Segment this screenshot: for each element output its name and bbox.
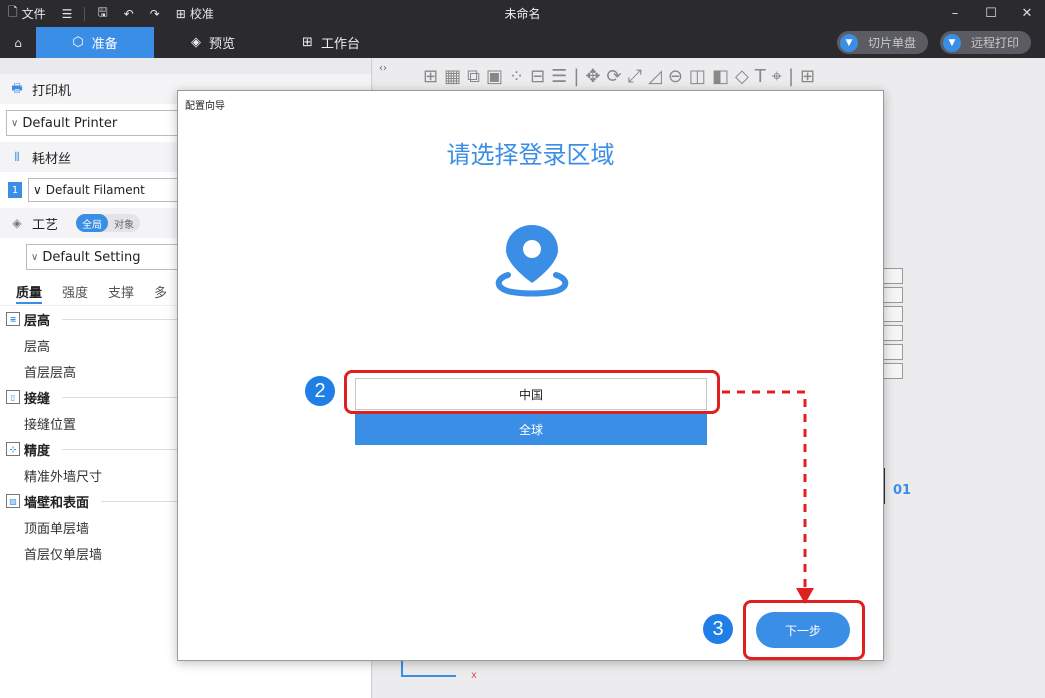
highlight-next-button <box>743 600 865 660</box>
step-3-badge: 3 <box>703 614 733 644</box>
annotation-arrow <box>722 390 814 604</box>
